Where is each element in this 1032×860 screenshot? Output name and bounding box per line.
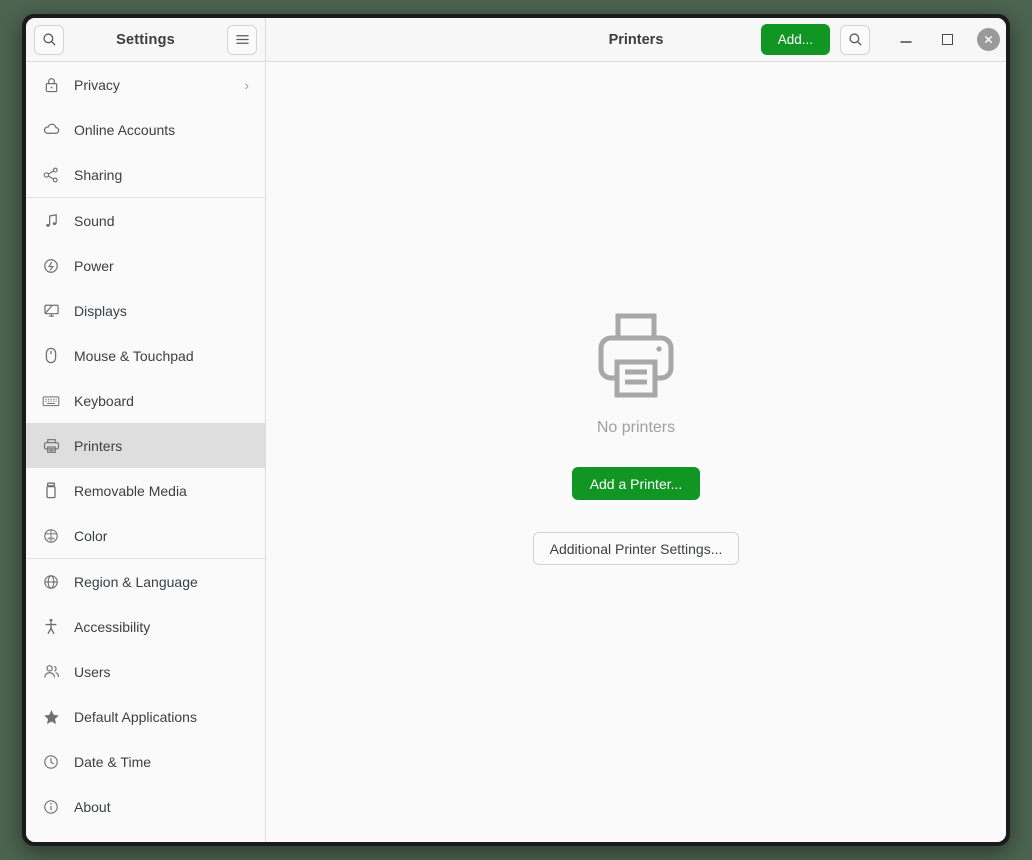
window-controls [894, 28, 1000, 52]
sidebar-item-removable-media[interactable]: Removable Media [26, 468, 265, 513]
sidebar-item-label: Default Applications [74, 708, 197, 725]
header-bar: Settings Printers Add... [26, 18, 1006, 62]
sidebar-item-power[interactable]: Power [26, 243, 265, 288]
sidebar-item-label: Users [74, 663, 111, 680]
sidebar-item-region-language[interactable]: Region & Language [26, 559, 265, 604]
sidebar-item-displays[interactable]: Displays [26, 288, 265, 333]
star-icon [42, 708, 60, 726]
monitor-icon [42, 302, 60, 320]
printer-large-icon [595, 312, 677, 405]
color-wheel-icon [42, 527, 60, 545]
sidebar-title: Settings [116, 31, 175, 48]
sidebar-item-about[interactable]: About [26, 784, 265, 829]
close-x-glyph [984, 36, 992, 43]
maximize-icon [941, 34, 953, 45]
accessibility-person-icon [42, 618, 60, 636]
sidebar-item-label: Removable Media [74, 482, 187, 499]
globe-icon [42, 573, 60, 591]
sidebar-item-keyboard[interactable]: Keyboard [26, 378, 265, 423]
sidebar-item-label: Region & Language [74, 573, 198, 590]
sidebar-item-default-applications[interactable]: Default Applications [26, 694, 265, 739]
sidebar-search-button[interactable] [34, 24, 64, 55]
sidebar-item-label: Accessibility [74, 618, 151, 635]
search-icon [42, 33, 56, 46]
sidebar-item-sharing[interactable]: Sharing [26, 152, 265, 197]
sidebar-item-date-time[interactable]: Date & Time [26, 739, 265, 784]
sidebar-item-label: Printers [74, 437, 123, 454]
add-button[interactable]: Add... [760, 24, 830, 55]
add-printer-button[interactable]: Add a Printer... [571, 467, 701, 500]
sidebar-item-label: Color [74, 527, 108, 544]
sidebar-item-color[interactable]: Color [26, 513, 265, 558]
cloud-icon [42, 121, 60, 139]
close-button[interactable] [976, 28, 1000, 52]
content-header: Printers Add... [266, 18, 1006, 61]
printer-search-button[interactable] [840, 24, 870, 55]
usb-drive-icon [42, 482, 60, 500]
sidebar-item-accessibility[interactable]: Accessibility [26, 604, 265, 649]
sidebar-item-label: About [74, 798, 111, 815]
keyboard-icon [42, 392, 60, 410]
close-icon [976, 28, 1000, 51]
mouse-icon [42, 347, 60, 365]
sidebar-item-users[interactable]: Users [26, 649, 265, 694]
header-actions: Add... [760, 24, 870, 55]
sidebar-item-label: Privacy [74, 76, 120, 93]
sidebar-item-mouse-touchpad[interactable]: Mouse & Touchpad [26, 333, 265, 378]
empty-state-text: No printers [596, 419, 676, 436]
users-icon [42, 663, 60, 681]
sidebar-item-label: Mouse & Touchpad [74, 347, 194, 364]
lock-icon [42, 76, 60, 94]
sidebar-nav[interactable]: Privacy › Online Accounts Sharing Sound … [26, 62, 266, 842]
sidebar-item-label: Sound [74, 212, 115, 229]
printer-icon [42, 437, 60, 455]
sidebar-item-label: Power [74, 257, 114, 274]
power-bolt-icon [42, 257, 60, 275]
search-icon [848, 33, 862, 46]
share-nodes-icon [42, 166, 60, 184]
sidebar-item-online-accounts[interactable]: Online Accounts [26, 107, 265, 152]
sidebar-item-label: Online Accounts [74, 121, 176, 138]
sidebar-item-privacy[interactable]: Privacy › [26, 62, 265, 107]
sidebar-item-label: Displays [74, 302, 127, 319]
window-body: Settings Printers Add... Privacy › Onlin… [26, 18, 1006, 842]
chevron-right-icon: › [244, 76, 249, 93]
minimize-button[interactable] [894, 28, 918, 52]
sidebar-item-sound[interactable]: Sound [26, 198, 265, 243]
sidebar-item-label: Keyboard [74, 392, 134, 409]
music-note-icon [42, 212, 60, 230]
sidebar-item-label: Sharing [74, 166, 123, 183]
hamburger-menu-icon [235, 35, 249, 44]
sidebar-header: Settings [26, 18, 266, 61]
main-area: Privacy › Online Accounts Sharing Sound … [26, 62, 1006, 842]
printers-empty-state: No printers Add a Printer... Additional … [266, 62, 1006, 842]
clock-icon [42, 753, 60, 771]
settings-window: Settings Printers Add... Privacy › Onlin… [22, 14, 1010, 846]
sidebar-item-label: Date & Time [74, 753, 152, 770]
sidebar-item-printers[interactable]: Printers [26, 423, 265, 468]
maximize-button[interactable] [935, 28, 959, 52]
main-menu-button[interactable] [227, 24, 257, 55]
info-circle-icon [42, 798, 60, 816]
minimize-icon [900, 40, 912, 43]
additional-printer-settings-button[interactable]: Additional Printer Settings... [532, 532, 740, 565]
